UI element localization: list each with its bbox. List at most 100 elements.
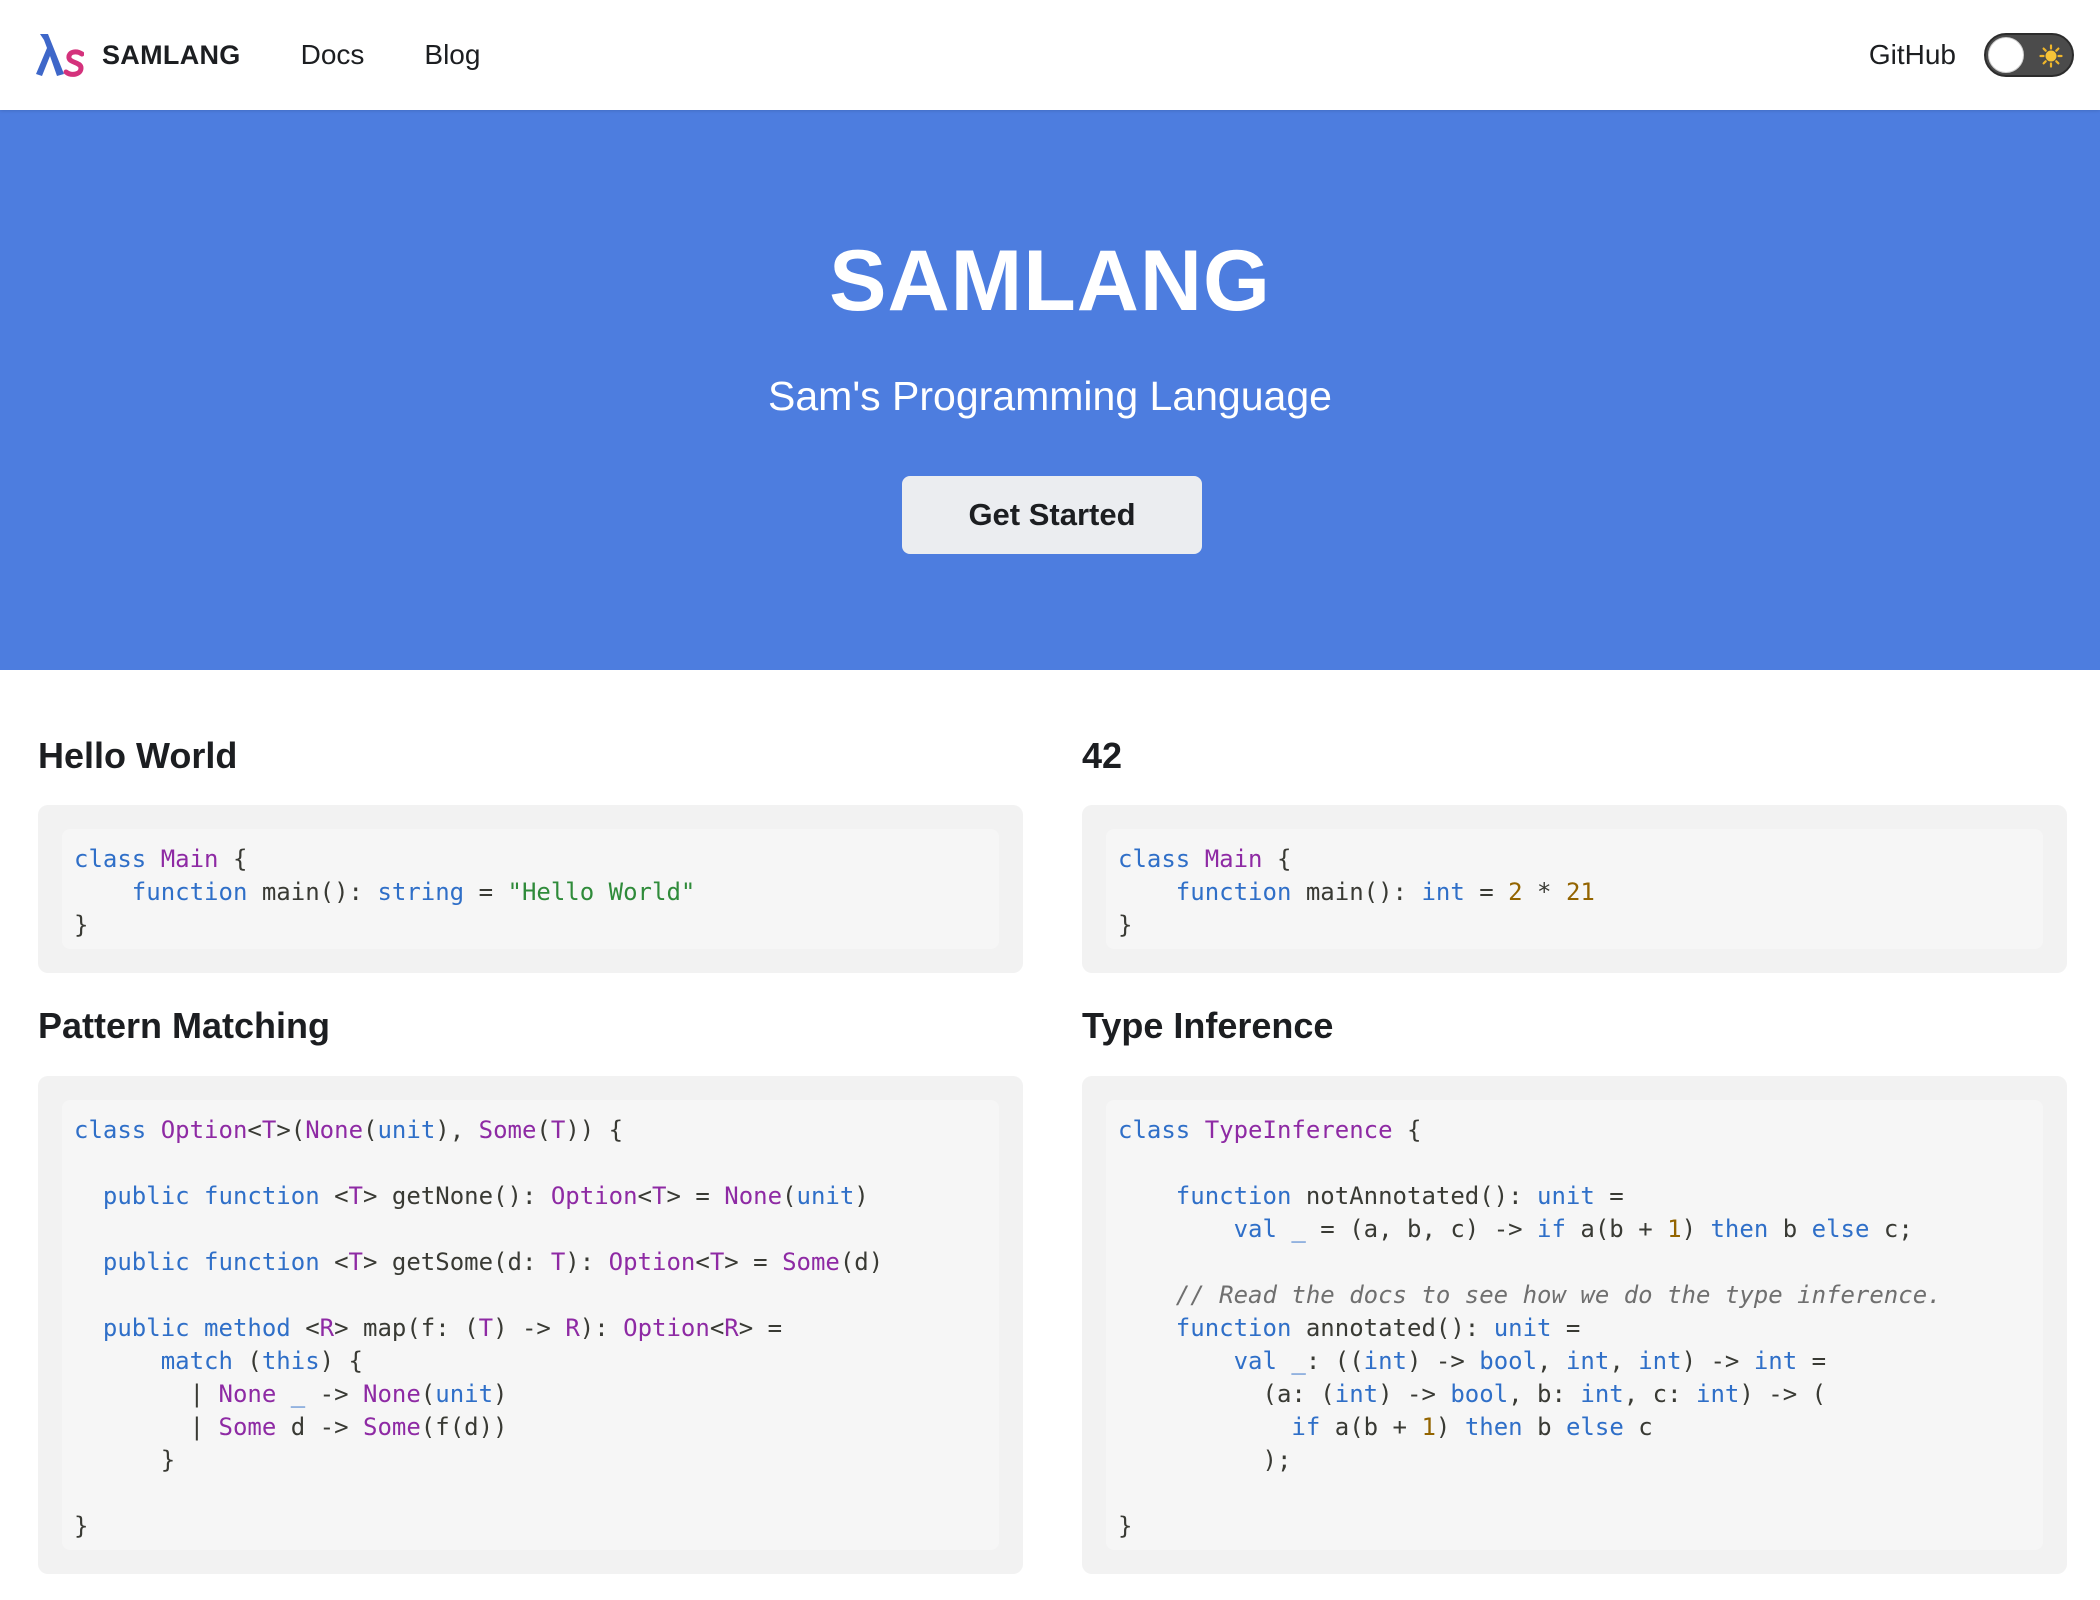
code-token: TypeInference [1204, 1116, 1393, 1144]
nav-link-docs[interactable]: Docs [301, 39, 365, 71]
code-token: Option [608, 1248, 696, 1276]
code-line: val _: ((int) -> bool, int, int) -> int … [1118, 1345, 2031, 1378]
code-token: T [709, 1248, 725, 1276]
code-token: { [218, 845, 248, 873]
code-token: < [709, 1314, 725, 1342]
code-line: if a(b + 1) then b else c [1118, 1411, 2031, 1444]
code-token: if [1291, 1413, 1335, 1441]
theme-toggle[interactable] [1984, 33, 2074, 77]
code-token: < [247, 1116, 262, 1144]
code-line: public function <T> getNone(): Option<T>… [74, 1180, 987, 1213]
code-token: } [74, 1446, 176, 1474]
code-token: > = [738, 1314, 783, 1342]
code-token: b [1782, 1215, 1812, 1243]
code-line: public function <T> getSome(d: T): Optio… [74, 1246, 987, 1279]
example-card-42: class Main { function main(): int = 2 * … [1082, 805, 2067, 973]
code-line: } [74, 909, 987, 942]
code-token: int [1696, 1380, 1740, 1408]
nav-link-blog[interactable]: Blog [424, 39, 480, 71]
code-token: main(): [261, 878, 378, 906]
code-token: { [1392, 1116, 1422, 1144]
code-line: | Some d -> Some(f(d)) [74, 1411, 987, 1444]
code-token: int [1363, 1347, 1407, 1375]
code-token: ): [579, 1314, 624, 1342]
code-token: function [1175, 1182, 1306, 1210]
code-token: T [550, 1248, 566, 1276]
example-title-pattern-matching: Pattern Matching [38, 1005, 331, 1046]
code-line: } [74, 1444, 987, 1477]
nav-link-github[interactable]: GitHub [1869, 39, 1956, 71]
code-token: < [305, 1314, 320, 1342]
example-title-42: 42 [1082, 735, 1123, 776]
code-token: = (a, b, c) -> [1320, 1215, 1538, 1243]
code-token: 21 [1565, 878, 1595, 906]
code-token: unit [796, 1182, 855, 1210]
code-line: ); [1118, 1444, 2031, 1477]
code-token: public function [102, 1248, 335, 1276]
brand-link[interactable]: SAMLANG [36, 30, 241, 80]
code-token: -> [305, 1380, 363, 1408]
code-token: ) -> [1378, 1380, 1451, 1408]
code-token: ( [536, 1116, 551, 1144]
code-token: class [1118, 845, 1205, 873]
code-token: = [1594, 1182, 1624, 1210]
code-token: function [1175, 878, 1306, 906]
code-token: Some [478, 1116, 537, 1144]
code-token: > = [666, 1182, 725, 1210]
code-token: ); [1118, 1446, 1292, 1474]
code-token: ), [435, 1116, 479, 1144]
code-token: function [1175, 1314, 1306, 1342]
hero-title: SAMLANG [829, 233, 1271, 329]
code-token: then [1710, 1215, 1783, 1243]
code-token: { [1262, 845, 1292, 873]
code-token: } [74, 911, 89, 939]
brand-name: SAMLANG [102, 39, 241, 70]
code-token: ( [420, 1380, 436, 1408]
code-token: T [478, 1314, 494, 1342]
code-token: Some [218, 1413, 291, 1441]
code-token: ( [363, 1116, 378, 1144]
code-token: ) [1435, 1413, 1465, 1441]
example-title-hello-world: Hello World [38, 735, 238, 776]
code-token: ) [493, 1380, 508, 1408]
code-line: } [1118, 909, 2031, 942]
toggle-knob [1988, 37, 2024, 73]
code-token: ) [1681, 1215, 1711, 1243]
code-token: Main [160, 845, 219, 873]
code-token: this [261, 1347, 320, 1375]
code-token: public function [102, 1182, 335, 1210]
code-token: unit [1493, 1314, 1552, 1342]
code-token: int [1753, 1347, 1798, 1375]
code-token: class [74, 1116, 161, 1144]
code-token: unit [377, 1116, 436, 1144]
code-line: } [74, 1510, 987, 1543]
code-token: < [637, 1182, 652, 1210]
code-token: (f(d)) [420, 1413, 508, 1441]
code-token: None [218, 1380, 291, 1408]
code-token: , c: [1623, 1380, 1697, 1408]
lambda-s-logo-icon [36, 34, 84, 77]
code-token: c [1638, 1413, 1653, 1441]
code-token: } [1118, 911, 1133, 939]
code-token: Option [623, 1314, 710, 1342]
code-token: c; [1883, 1215, 1913, 1243]
code-token: bool [1450, 1380, 1509, 1408]
code-token: 2 [1508, 878, 1523, 906]
code-token: ) { [319, 1347, 364, 1375]
code-token: R [724, 1314, 739, 1342]
code-token: R [565, 1314, 580, 1342]
code-line: class Option<T>(None(unit), Some(T)) { [74, 1114, 987, 1147]
code-token: 1 [1667, 1215, 1682, 1243]
code-line: function main(): string = "Hello World" [74, 876, 987, 909]
code-line: val _ = (a, b, c) -> if a(b + 1) then b … [1118, 1213, 2031, 1246]
get-started-button[interactable]: Get Started [902, 476, 1202, 554]
code-token: )) { [565, 1116, 624, 1144]
code-token: bool [1479, 1347, 1538, 1375]
code-token: ( [247, 1347, 262, 1375]
